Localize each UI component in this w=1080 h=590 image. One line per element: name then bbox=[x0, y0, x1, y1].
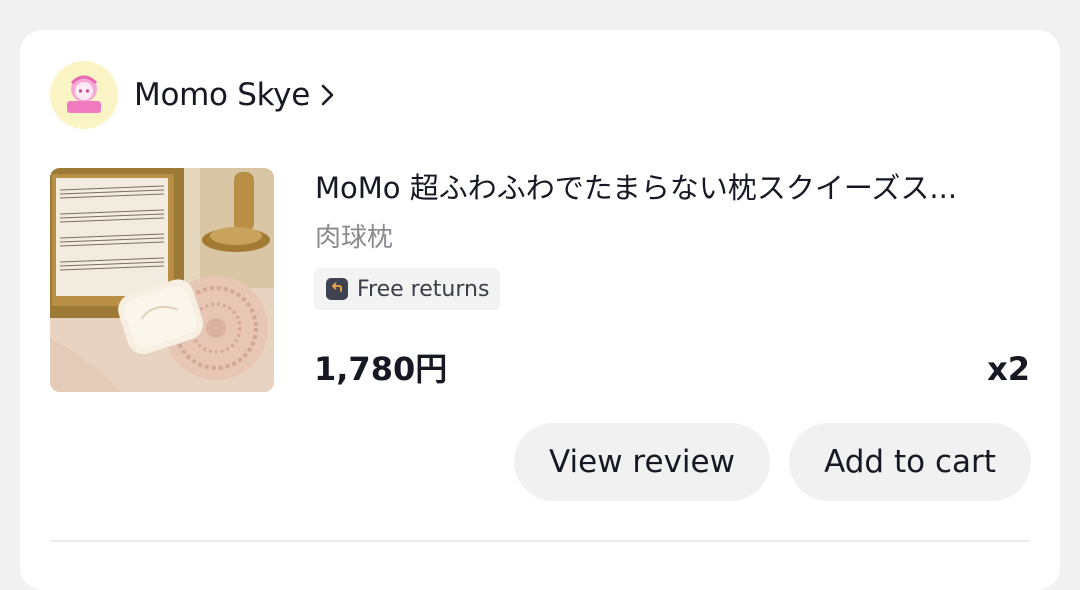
product-price: 1,780円 bbox=[314, 350, 448, 388]
product-title[interactable]: MoMo 超ふわふわでたまらない枕スクイーズス... bbox=[315, 168, 1030, 208]
chevron-right-icon bbox=[321, 84, 334, 106]
view-review-button[interactable]: View review bbox=[514, 423, 770, 501]
order-item-card: Momo Skye MoMo 超ふわふわでたまらない枕スクイーズス... 肉球枕… bbox=[20, 30, 1060, 590]
product-variant: 肉球枕 bbox=[315, 223, 394, 253]
product-image[interactable] bbox=[50, 168, 274, 392]
store-name: Momo Skye bbox=[134, 77, 310, 113]
divider bbox=[50, 540, 1030, 542]
free-returns-badge: Free returns bbox=[314, 268, 501, 310]
store-header[interactable]: Momo Skye bbox=[50, 60, 338, 130]
store-logo bbox=[50, 61, 118, 129]
return-arrow-icon bbox=[326, 278, 348, 300]
add-to-cart-button[interactable]: Add to cart bbox=[789, 423, 1031, 501]
product-photo bbox=[50, 168, 274, 392]
store-logo-mascot bbox=[67, 75, 101, 113]
badge-label: Free returns bbox=[357, 276, 490, 302]
product-quantity: x2 bbox=[987, 350, 1030, 388]
